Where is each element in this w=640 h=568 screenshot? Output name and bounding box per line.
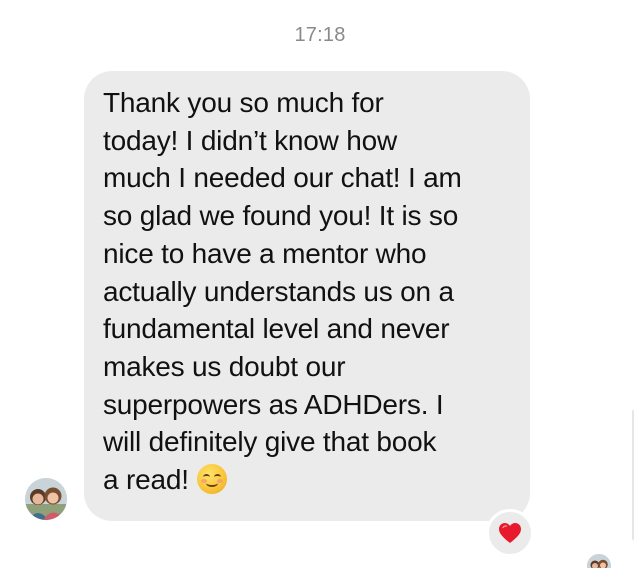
smiling-face-emoji-icon [196,464,227,495]
heart-reaction[interactable] [486,509,534,557]
message-line: nice to have a mentor who [103,237,427,269]
sender-avatar[interactable] [25,478,67,520]
sender-avatar-photo-icon [25,478,67,520]
message-line: makes us doubt our [103,350,346,382]
chat-screen: 17:18 Thank you so much for today! I did… [0,0,640,568]
message-line: will definitely give that book [103,426,437,458]
message-line: a read! [103,464,189,496]
red-heart-icon [499,523,521,543]
scrollbar[interactable] [632,410,634,540]
message-line: today! I didn’t know how [103,124,398,156]
message-timestamp: 17:18 [294,24,346,46]
seen-avatar [587,554,611,568]
message-bubble[interactable]: Thank you so much for today! I didn’t kn… [84,71,530,521]
message-last-line: a read! [103,461,512,499]
message-line: fundamental level and never [103,313,450,345]
message-line: so glad we found you! It is so [103,200,459,232]
seen-avatar-photo-icon [587,554,611,568]
message-line: actually understands us on a [103,275,454,307]
message-line: Thank you so much for [103,87,384,118]
message-line: superpowers as ADHDers. I [103,388,444,420]
message-line: much I needed our chat! I am [103,162,462,194]
